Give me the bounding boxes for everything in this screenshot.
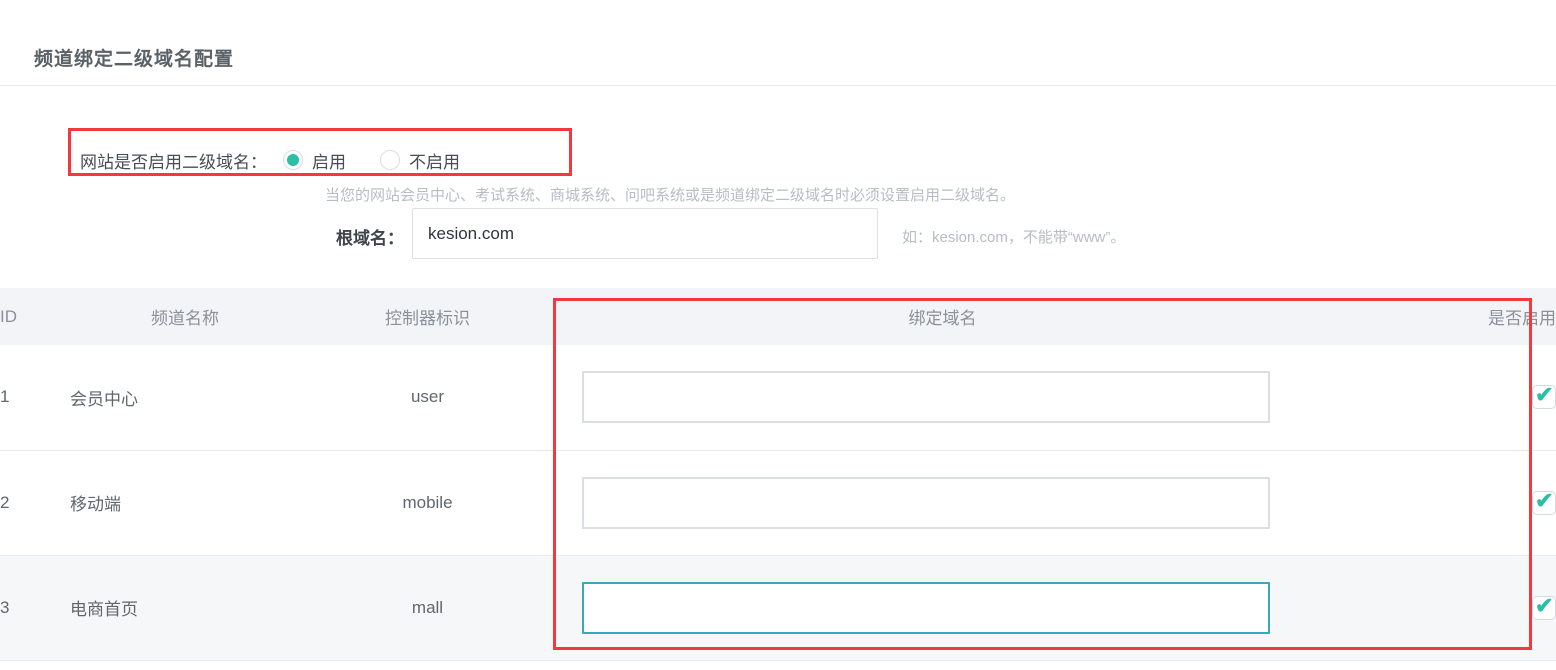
cell-channel-name: 电商首页 [70,555,300,660]
enable-help-text: 当您的网站会员中心、考试系统、商城系统、问吧系统或是频道绑定二级域名时必须设置启… [325,184,1015,205]
bind-domain-input[interactable] [582,582,1270,634]
radio-enable-label: 启用 [312,148,346,173]
radio-selected-icon [283,150,303,170]
checkmark-icon: ✔ [1535,382,1553,408]
checkmark-icon: ✔ [1535,488,1553,514]
root-domain-hint: 如：kesion.com，不能带“www”。 [902,226,1125,247]
enabled-checkbox[interactable]: ✔ [1532,491,1556,515]
cell-controller-id: mall [300,555,555,660]
root-domain-input[interactable] [412,208,878,259]
channel-domain-table: ID 频道名称 控制器标识 绑定域名 是否启用 1 会员中心 user ✔ 2 … [0,288,1556,661]
cell-channel-id: 3 [0,555,70,660]
radio-disable[interactable]: 不启用 [380,148,460,173]
radio-disable-label: 不启用 [409,148,460,173]
cell-channel-id: 1 [0,345,70,450]
page-title: 频道绑定二级域名配置 [34,44,234,71]
cell-controller-id: user [300,345,555,450]
header-is-enabled: 是否启用 [1330,288,1556,345]
radio-enable[interactable]: 启用 [283,148,346,173]
bind-domain-input[interactable] [582,371,1270,423]
radio-unselected-icon [380,150,400,170]
header-id: ID [0,288,70,345]
enabled-checkbox[interactable]: ✔ [1532,385,1556,409]
cell-controller-id: mobile [300,450,555,555]
table-header: ID 频道名称 控制器标识 绑定域名 是否启用 [0,288,1556,345]
table-row: 3 电商首页 mall ✔ [0,555,1556,660]
header-controller-id: 控制器标识 [300,288,555,345]
enabled-checkbox[interactable]: ✔ [1532,596,1556,620]
cell-channel-name: 移动端 [70,450,300,555]
table-row: 2 移动端 mobile ✔ [0,450,1556,555]
bind-domain-input[interactable] [582,477,1270,529]
title-divider [0,85,1556,86]
header-bind-domain: 绑定域名 [555,288,1330,345]
checkmark-icon: ✔ [1535,593,1553,619]
root-domain-label: 根域名： [336,224,408,249]
enable-domain-label: 网站是否启用二级域名： [80,148,267,173]
table-row: 1 会员中心 user ✔ [0,345,1556,450]
header-channel-name: 频道名称 [70,288,300,345]
cell-channel-name: 会员中心 [70,345,300,450]
cell-channel-id: 2 [0,450,70,555]
enable-domain-setting-row: 网站是否启用二级域名： 启用 不启用 [80,143,494,177]
